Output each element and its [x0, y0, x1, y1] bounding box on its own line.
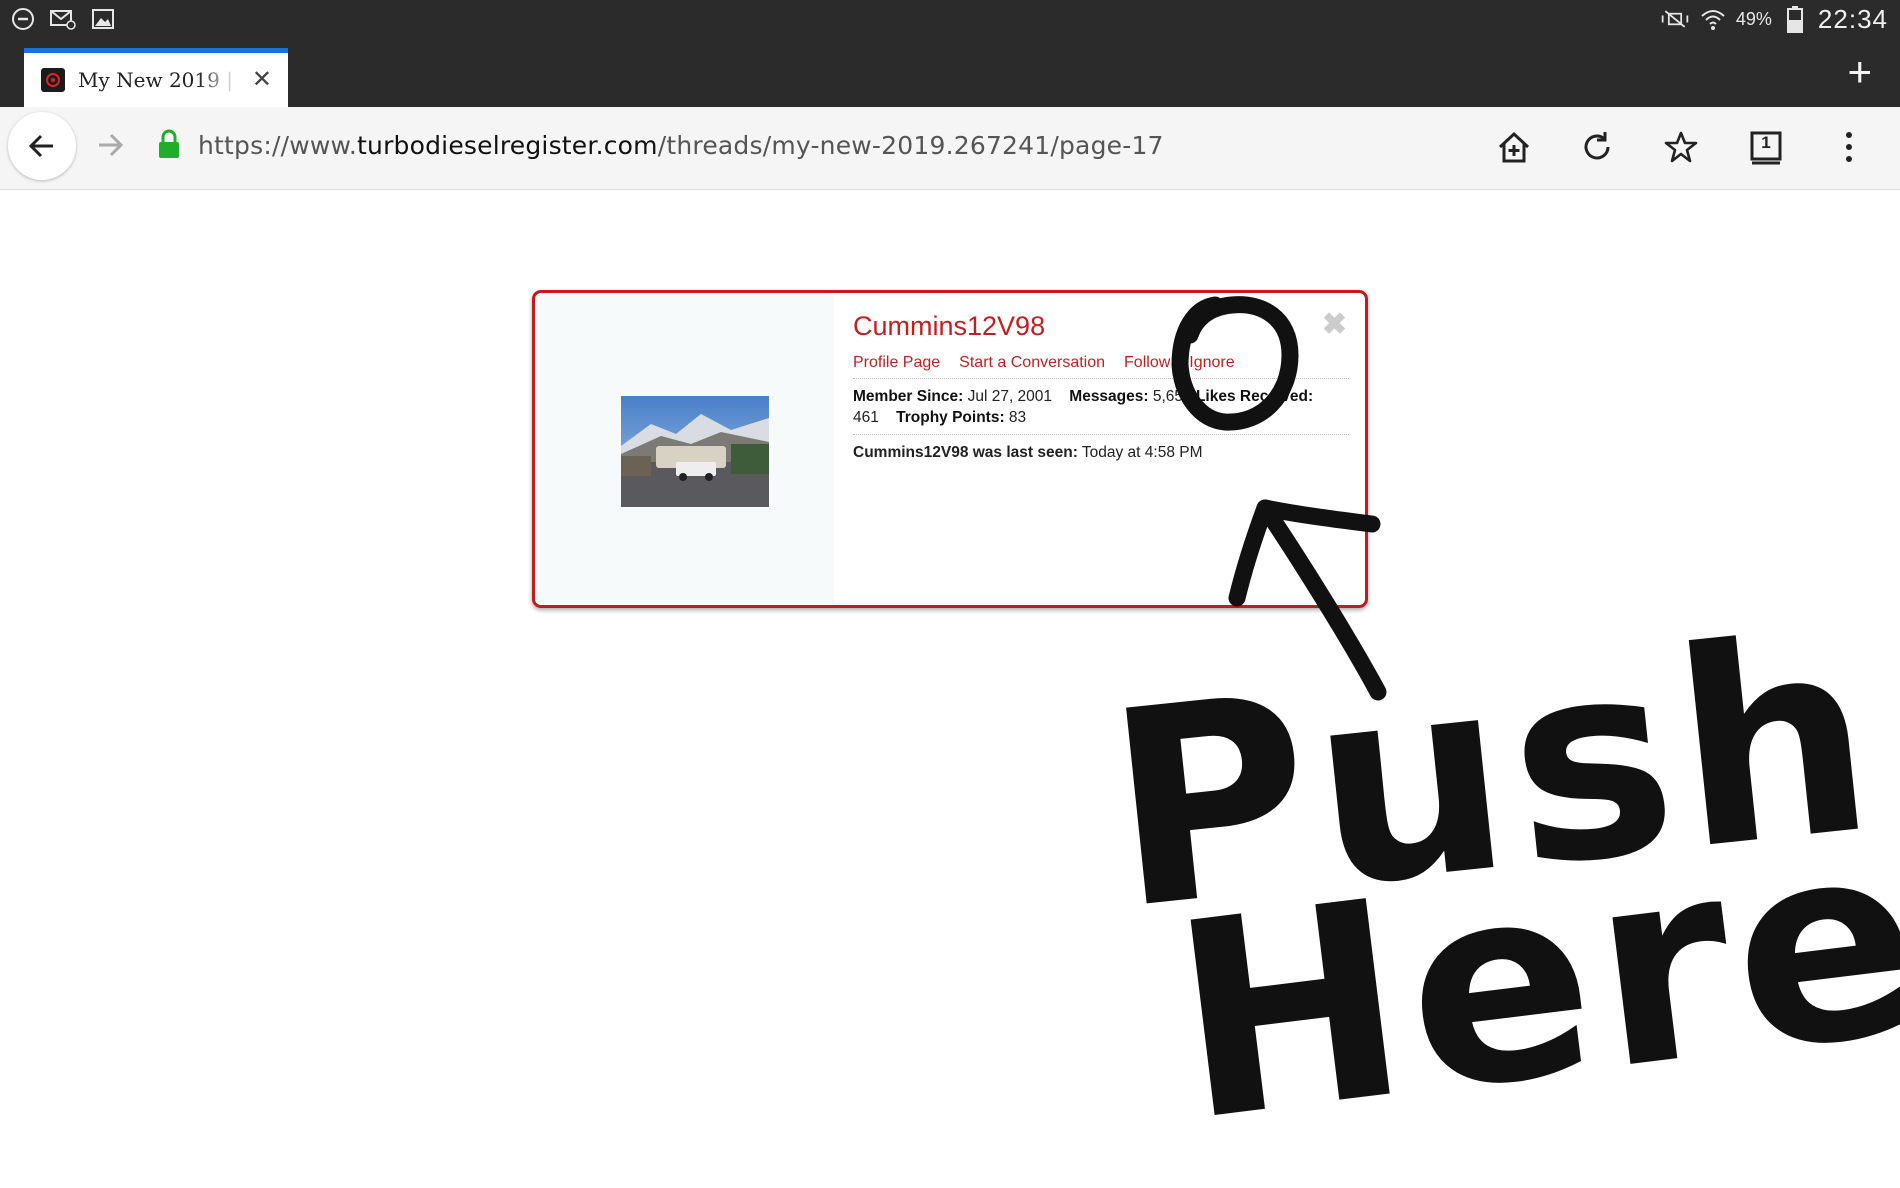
messages-label: Messages: — [1069, 388, 1149, 405]
annotation-here: Here — [1159, 778, 1900, 1182]
close-icon[interactable]: ✖ — [1322, 307, 1347, 342]
last-seen-value: Today at 4:58 PM — [1081, 444, 1203, 461]
member-username-link[interactable]: Cummins12V98 — [853, 311, 1045, 342]
member-since-value: Jul 27, 2001 — [967, 388, 1053, 405]
divider — [853, 434, 1349, 435]
more-menu-icon[interactable] — [1829, 127, 1869, 167]
member-stats: Member Since: Jul 27, 2001 Messages: 5,6… — [853, 386, 1353, 428]
profile-page-link[interactable]: Profile Page — [853, 354, 940, 372]
url-domain: turbodieselregister.com — [357, 131, 658, 160]
new-tab-button[interactable]: + — [1847, 51, 1872, 93]
ignore-link[interactable]: Ignore — [1189, 354, 1234, 372]
battery-percent: 49% — [1735, 8, 1772, 29]
star-icon[interactable] — [1661, 127, 1701, 167]
tab-strip: My New 2019 | Page 17 ✕ + — [0, 38, 1900, 107]
tab-title: My New 2019 | Page 17 — [78, 68, 238, 92]
trophy-label: Trophy Points: — [896, 409, 1005, 426]
image-icon — [88, 4, 118, 34]
forward-button[interactable] — [92, 127, 128, 163]
likes-value: 461 — [853, 409, 879, 426]
url-scheme: https://www. — [198, 131, 358, 160]
clock: 22:34 — [1817, 3, 1888, 34]
start-conversation-link[interactable]: Start a Conversation — [959, 354, 1105, 372]
member-card-popup: Cummins12V98 ✖ Profile Page Start a Conv… — [532, 290, 1368, 608]
arrow-right-icon — [99, 133, 124, 157]
reload-icon[interactable] — [1577, 127, 1617, 167]
turbodiesel-favicon — [41, 68, 65, 92]
messages-value[interactable]: 5,65 — [1153, 388, 1183, 405]
follow-link[interactable]: Follow — [1124, 354, 1170, 372]
annotation-push: Push — [1096, 576, 1892, 969]
minus-circle-icon — [8, 4, 38, 34]
mail-icon — [48, 4, 78, 34]
wifi-icon — [1698, 4, 1728, 34]
member-actions: Profile Page Start a Conversation Follow… — [853, 354, 1235, 372]
url-path: /threads/my-new-2019.267241/page-17 — [657, 131, 1164, 160]
close-icon[interactable]: ✕ — [252, 65, 272, 94]
mute-icon — [1660, 4, 1690, 34]
home-icon[interactable] — [1494, 127, 1534, 167]
browser-toolbar: https://www.turbodieselregister.com/thre… — [0, 107, 1900, 190]
avatar[interactable] — [621, 396, 769, 507]
trophy-value[interactable]: 83 — [1009, 409, 1026, 426]
status-bar: 49% 22:34 — [0, 0, 1900, 38]
lock-icon — [157, 129, 181, 164]
battery-icon — [1780, 4, 1810, 34]
divider — [853, 378, 1349, 379]
tab-count: 1 — [1761, 133, 1771, 152]
tab-active[interactable]: My New 2019 | Page 17 ✕ — [24, 48, 288, 107]
last-seen-label: Cummins12V98 was last seen: — [853, 444, 1078, 461]
arrow-left-icon — [28, 134, 53, 158]
tab-switcher-button[interactable]: 1 — [1746, 127, 1786, 167]
member-since-label: Member Since: — [853, 388, 964, 405]
likes-label: Likes Received: — [1195, 388, 1314, 405]
avatar-panel — [537, 295, 834, 603]
last-seen: Cummins12V98 was last seen: Today at 4:5… — [853, 444, 1203, 462]
address-bar[interactable]: https://www.turbodieselregister.com/thre… — [198, 131, 1164, 160]
back-button[interactable] — [8, 112, 76, 180]
